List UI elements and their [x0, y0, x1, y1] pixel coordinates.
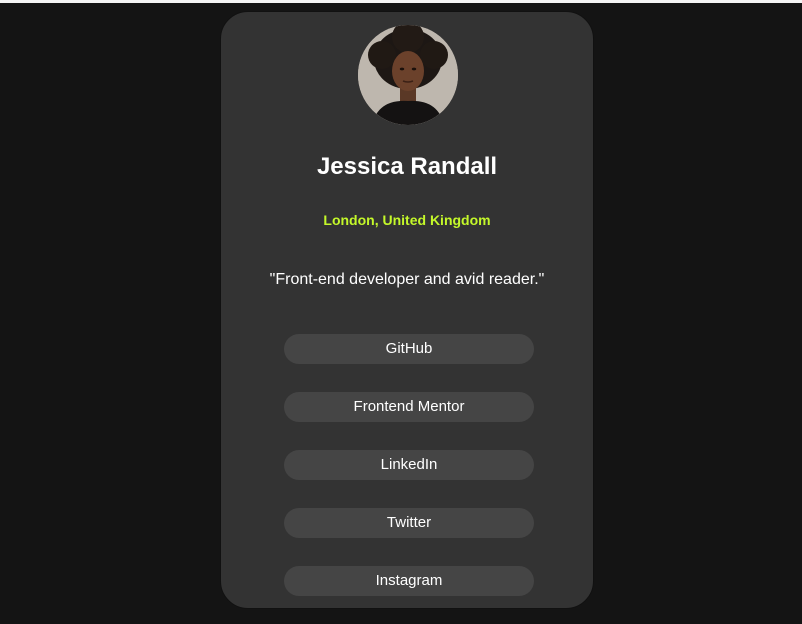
twitter-link-button[interactable]: Twitter — [284, 508, 534, 538]
social-links: GitHub Frontend Mentor LinkedIn Twitter … — [284, 334, 534, 624]
frontend-mentor-link-button[interactable]: Frontend Mentor — [284, 392, 534, 422]
profile-bio: "Front-end developer and avid reader." — [269, 271, 545, 288]
profile-avatar — [358, 25, 458, 125]
instagram-link-button[interactable]: Instagram — [284, 566, 534, 596]
profile-location: London, United Kingdom — [323, 212, 491, 228]
linkedin-link-button[interactable]: LinkedIn — [284, 450, 534, 480]
avatar-image — [358, 25, 458, 125]
profile-name: Jessica Randall — [316, 153, 498, 180]
github-link-button[interactable]: GitHub — [284, 334, 534, 364]
browser-top-edge — [0, 0, 802, 3]
profile-card: Jessica Randall London, United Kingdom "… — [220, 11, 594, 609]
